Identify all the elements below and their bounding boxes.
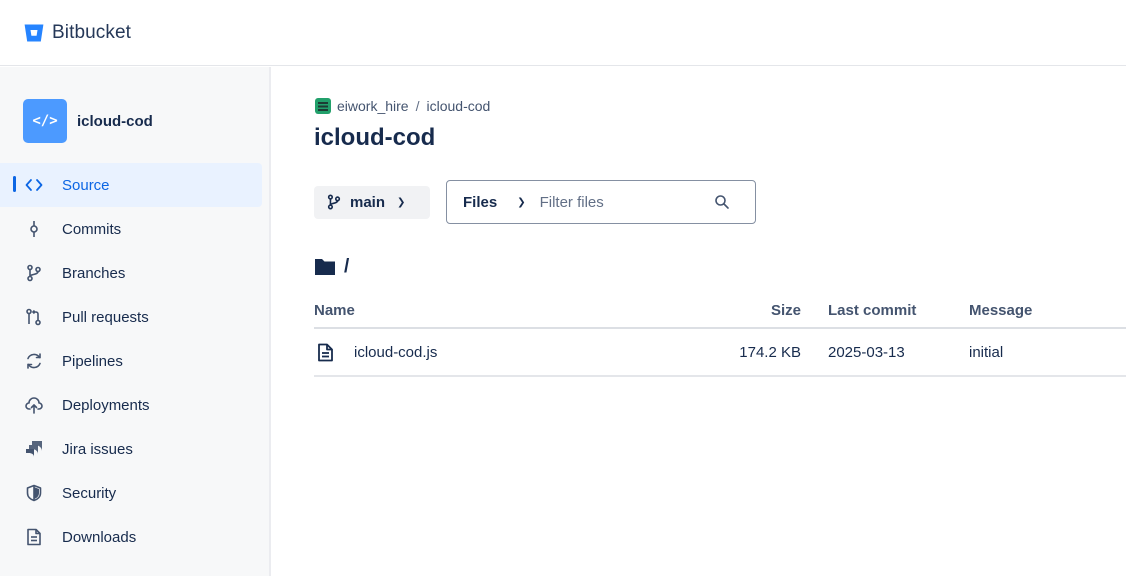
- branch-selector-button[interactable]: main ❯: [314, 185, 430, 219]
- filter-type-label: Files: [463, 193, 498, 211]
- chevron-down-icon: ❯: [517, 196, 526, 208]
- jira-icon: [24, 439, 44, 459]
- page-title: icloud-cod: [314, 124, 436, 151]
- filter-type-dropdown[interactable]: Files ❯: [447, 194, 526, 211]
- search-icon[interactable]: [714, 194, 730, 210]
- code-icon: [24, 175, 44, 195]
- sidebar-item-deployments[interactable]: Deployments: [0, 383, 262, 427]
- breadcrumb-repo-link[interactable]: icloud-cod: [426, 98, 490, 114]
- folder-icon: [315, 259, 335, 275]
- sidebar-item-label: Security: [62, 484, 117, 502]
- sidebar-item-label: Commits: [62, 220, 122, 238]
- table-header-row: Name Size Last commit Message: [314, 294, 1126, 329]
- bitbucket-logo-icon: [24, 24, 44, 42]
- bitbucket-home-link[interactable]: Bitbucket: [24, 22, 131, 44]
- filter-files-input[interactable]: [539, 193, 710, 211]
- breadcrumb-workspace-link[interactable]: eiwork_hire: [337, 98, 409, 114]
- column-header-message[interactable]: Message: [969, 294, 1126, 329]
- commit-icon: [24, 219, 44, 239]
- sidebar-nav: Source Commits Branches Pull requests Pi…: [0, 163, 262, 559]
- table-row[interactable]: icloud-cod.js 174.2 KB 2025-03-13 initia…: [314, 328, 1126, 377]
- chevron-down-icon: ❯: [397, 196, 406, 208]
- top-bar: Bitbucket: [0, 0, 1126, 66]
- sidebar-item-label: Pipelines: [62, 352, 123, 370]
- sidebar-item-pull-requests[interactable]: Pull requests: [0, 295, 262, 339]
- document-icon: [24, 527, 44, 547]
- sidebar-item-label: Pull requests: [62, 308, 149, 326]
- branch-icon: [327, 194, 341, 210]
- sidebar-item-label: Jira issues: [62, 440, 133, 458]
- sidebar-item-label: Downloads: [62, 528, 137, 546]
- sidebar-item-pipelines[interactable]: Pipelines: [0, 339, 262, 383]
- sidebar-item-source[interactable]: Source: [0, 163, 262, 207]
- file-icon: [318, 343, 333, 361]
- column-header-last-commit[interactable]: Last commit: [828, 294, 969, 329]
- sidebar-item-jira-issues[interactable]: Jira issues: [0, 427, 262, 471]
- branch-name: main: [350, 193, 386, 211]
- sidebar-item-label: Branches: [62, 264, 126, 282]
- sidebar-item-label: Source: [62, 176, 110, 194]
- app-name: Bitbucket: [52, 22, 132, 43]
- breadcrumb: eiwork_hire / icloud-cod: [315, 98, 490, 114]
- repo-header[interactable]: </> icloud-cod: [23, 99, 153, 143]
- main-content: eiwork_hire / icloud-cod icloud-cod main…: [272, 67, 1126, 576]
- shield-icon: [24, 483, 44, 503]
- repo-avatar: </>: [23, 99, 67, 143]
- branch-icon: [24, 263, 44, 283]
- current-path: /: [314, 256, 349, 278]
- column-header-name[interactable]: Name: [314, 294, 642, 329]
- pipelines-icon: [24, 351, 44, 371]
- sidebar-item-label: Deployments: [62, 396, 150, 414]
- column-header-size[interactable]: Size: [642, 294, 828, 329]
- sidebar-item-commits[interactable]: Commits: [0, 207, 262, 251]
- repo-name: icloud-cod: [77, 112, 153, 130]
- workspace-icon: [315, 98, 331, 114]
- sidebar-item-security[interactable]: Security: [0, 471, 262, 515]
- path-label[interactable]: /: [344, 256, 349, 278]
- file-name-cell: icloud-cod.js: [314, 328, 642, 377]
- file-message-cell: initial: [969, 328, 1126, 377]
- pull-request-icon: [24, 307, 44, 327]
- file-table: Name Size Last commit Message icloud-cod…: [314, 294, 1126, 377]
- file-last-commit-cell: 2025-03-13: [828, 328, 969, 377]
- cloud-upload-icon: [24, 395, 44, 415]
- sidebar-item-branches[interactable]: Branches: [0, 251, 262, 295]
- file-filter: Files ❯: [446, 180, 756, 224]
- sidebar-item-downloads[interactable]: Downloads: [0, 515, 262, 559]
- file-link[interactable]: icloud-cod.js: [354, 344, 437, 361]
- breadcrumb-separator: /: [415, 98, 420, 114]
- file-size-cell: 174.2 KB: [642, 328, 828, 377]
- source-toolbar: main ❯ Files ❯: [314, 180, 756, 224]
- sidebar: </> icloud-cod Source Commits Branches P…: [0, 67, 271, 576]
